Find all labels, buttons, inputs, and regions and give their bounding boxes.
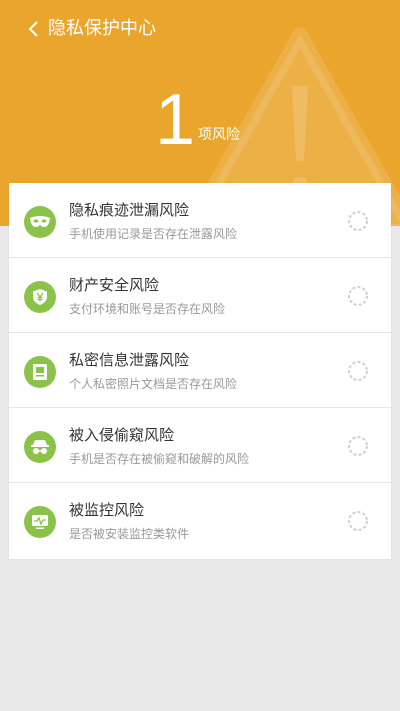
risk-unit-label: 项风险 (198, 127, 240, 143)
list-item-property-safety[interactable]: 财产安全风险 支付环境和账号是否存在风险 (9, 258, 391, 333)
item-title: 私密信息泄露风险 (69, 351, 190, 369)
shield-yen-icon (24, 281, 56, 313)
loading-spinner-icon (348, 361, 368, 381)
risk-list: 隐私痕迹泄漏风险 手机使用记录是否存在泄露风险 财产安全风险 支付环境和账号是否… (9, 183, 391, 559)
list-item-monitoring[interactable]: 被监控风险 是否被安装监控类软件 (9, 483, 391, 558)
list-item-private-info[interactable]: 私密信息泄露风险 个人私密照片文档是否存在风险 (9, 333, 391, 408)
chevron-left-icon (28, 21, 38, 37)
document-icon (24, 356, 56, 388)
back-button[interactable] (18, 14, 48, 44)
list-item-intrusion-peeping[interactable]: 被入侵偷窥风险 手机是否存在被偷窥和破解的风险 (9, 408, 391, 483)
page-title: 隐私保护中心 (48, 18, 156, 39)
item-title: 被监控风险 (69, 501, 145, 519)
risk-count: 1 (155, 80, 196, 160)
loading-spinner-icon (348, 436, 368, 456)
item-description: 个人私密照片文档是否存在风险 (69, 377, 238, 391)
mask-icon (24, 206, 56, 238)
spy-icon (24, 431, 56, 463)
item-description: 手机是否存在被偷窥和破解的风险 (69, 452, 250, 466)
item-description: 手机使用记录是否存在泄露风险 (69, 227, 238, 241)
item-description: 支付环境和账号是否存在风险 (69, 302, 226, 316)
item-title: 隐私痕迹泄漏风险 (69, 201, 190, 219)
item-title: 财产安全风险 (69, 276, 160, 294)
loading-spinner-icon (348, 286, 368, 306)
item-title: 被入侵偷窥风险 (69, 426, 175, 444)
loading-spinner-icon (348, 511, 368, 531)
item-description: 是否被安装监控类软件 (69, 527, 190, 541)
monitor-icon (24, 506, 56, 538)
loading-spinner-icon (348, 211, 368, 231)
list-item-privacy-trace[interactable]: 隐私痕迹泄漏风险 手机使用记录是否存在泄露风险 (9, 183, 391, 258)
